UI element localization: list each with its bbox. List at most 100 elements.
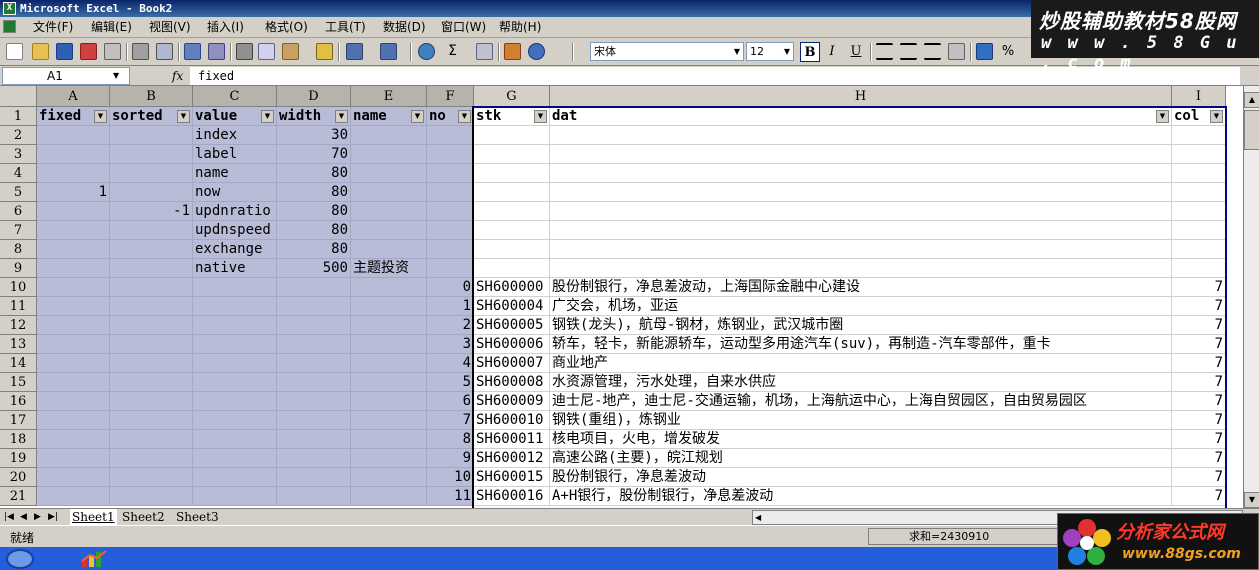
data-cell[interactable]: 核电项目，火电，增发破发 xyxy=(550,430,1172,449)
data-cell[interactable] xyxy=(193,316,277,335)
column-header-g[interactable]: G xyxy=(474,86,550,107)
data-cell[interactable]: 80 xyxy=(277,183,351,202)
header-cell-d[interactable]: width ▼ xyxy=(277,107,351,126)
scroll-up-icon[interactable]: ▲ xyxy=(1244,92,1259,108)
data-cell[interactable] xyxy=(37,373,110,392)
underline-button[interactable]: U xyxy=(846,42,866,62)
data-cell[interactable] xyxy=(193,297,277,316)
data-cell[interactable] xyxy=(351,335,427,354)
data-cell[interactable] xyxy=(37,126,110,145)
data-cell[interactable] xyxy=(110,126,193,145)
data-cell[interactable]: 10 xyxy=(427,468,474,487)
data-cell[interactable] xyxy=(351,316,427,335)
data-cell[interactable] xyxy=(474,145,550,164)
column-header-h[interactable]: H xyxy=(550,86,1172,107)
data-cell[interactable] xyxy=(37,278,110,297)
tab-sheet3[interactable]: Sheet3 xyxy=(176,509,219,525)
data-cell[interactable] xyxy=(427,240,474,259)
data-cell[interactable] xyxy=(110,354,193,373)
permission-icon[interactable] xyxy=(80,43,97,60)
data-cell[interactable] xyxy=(474,259,550,278)
data-cell[interactable]: 7 xyxy=(1172,430,1226,449)
autofilter-dropdown-icon[interactable]: ▼ xyxy=(411,110,424,123)
data-cell[interactable] xyxy=(110,449,193,468)
data-cell[interactable] xyxy=(351,411,427,430)
data-cell[interactable]: 80 xyxy=(277,221,351,240)
autofilter-dropdown-icon[interactable]: ▼ xyxy=(177,110,190,123)
data-cell[interactable] xyxy=(110,373,193,392)
data-cell[interactable] xyxy=(1172,259,1226,278)
last-sheet-icon[interactable]: ▶| xyxy=(48,511,58,523)
data-cell[interactable]: SH600016 xyxy=(474,487,550,506)
data-cell[interactable]: 7 xyxy=(427,411,474,430)
data-cell[interactable]: 8 xyxy=(427,430,474,449)
data-cell[interactable] xyxy=(193,430,277,449)
autosum-icon[interactable]: Σ xyxy=(444,43,461,60)
data-cell[interactable]: 7 xyxy=(1172,411,1226,430)
data-cell[interactable] xyxy=(427,126,474,145)
autofilter-dropdown-icon[interactable]: ▼ xyxy=(1156,110,1169,123)
data-cell[interactable] xyxy=(277,354,351,373)
data-cell[interactable]: 7 xyxy=(1172,354,1226,373)
scroll-thumb[interactable] xyxy=(1244,110,1259,150)
save-icon[interactable] xyxy=(56,43,73,60)
data-cell[interactable] xyxy=(110,145,193,164)
data-cell[interactable] xyxy=(351,202,427,221)
data-cell[interactable] xyxy=(193,468,277,487)
data-cell[interactable] xyxy=(37,449,110,468)
header-cell-a[interactable]: fixed ▼ xyxy=(37,107,110,126)
autofilter-dropdown-icon[interactable]: ▼ xyxy=(1210,110,1223,123)
data-cell[interactable]: 钢铁(龙头)，航母-钢材，炼钢业，武汉城市圈 xyxy=(550,316,1172,335)
data-cell[interactable]: -1 xyxy=(110,202,193,221)
data-cell[interactable]: 广交会，机场，亚运 xyxy=(550,297,1172,316)
data-cell[interactable] xyxy=(474,202,550,221)
data-cell[interactable]: 5 xyxy=(427,373,474,392)
data-cell[interactable] xyxy=(37,240,110,259)
data-cell[interactable] xyxy=(550,164,1172,183)
data-cell[interactable]: 7 xyxy=(1172,335,1226,354)
next-sheet-icon[interactable]: ▶ xyxy=(34,511,41,523)
print-preview-icon[interactable] xyxy=(156,43,173,60)
data-cell[interactable]: 2 xyxy=(427,316,474,335)
header-cell-i[interactable]: col ▼ xyxy=(1172,107,1226,126)
research-icon[interactable] xyxy=(208,43,225,60)
chart-app-icon[interactable] xyxy=(80,549,110,569)
workbook-icon[interactable] xyxy=(3,20,16,33)
data-cell[interactable] xyxy=(37,430,110,449)
percent-button[interactable]: % xyxy=(998,42,1018,62)
data-cell[interactable] xyxy=(193,411,277,430)
data-cell[interactable] xyxy=(37,221,110,240)
data-cell[interactable] xyxy=(37,259,110,278)
data-cell[interactable] xyxy=(110,221,193,240)
data-cell[interactable]: 6 xyxy=(427,392,474,411)
data-cell[interactable] xyxy=(351,487,427,506)
data-cell[interactable]: name xyxy=(193,164,277,183)
data-cell[interactable] xyxy=(550,202,1172,221)
data-cell[interactable] xyxy=(110,278,193,297)
data-cell[interactable] xyxy=(193,335,277,354)
data-cell[interactable] xyxy=(550,259,1172,278)
data-cell[interactable]: SH600015 xyxy=(474,468,550,487)
menu-window[interactable]: 窗口(W) xyxy=(438,19,489,36)
menu-format[interactable]: 格式(O) xyxy=(262,19,311,36)
row-header-1[interactable]: 1 xyxy=(0,107,37,126)
data-cell[interactable] xyxy=(550,145,1172,164)
data-cell[interactable]: updnratio xyxy=(193,202,277,221)
data-cell[interactable] xyxy=(351,449,427,468)
data-cell[interactable]: 7 xyxy=(1172,297,1226,316)
bold-button[interactable]: B xyxy=(800,42,820,62)
font-size-select[interactable]: 12 ▼ xyxy=(746,42,794,61)
data-cell[interactable] xyxy=(1172,202,1226,221)
row-header-2[interactable]: 2 xyxy=(0,126,37,145)
data-cell[interactable] xyxy=(37,392,110,411)
data-cell[interactable] xyxy=(110,430,193,449)
row-header-21[interactable]: 21 xyxy=(0,487,37,506)
data-cell[interactable] xyxy=(427,202,474,221)
undo-icon[interactable] xyxy=(346,43,363,60)
data-cell[interactable] xyxy=(37,316,110,335)
data-cell[interactable] xyxy=(550,221,1172,240)
data-cell[interactable] xyxy=(351,468,427,487)
data-cell[interactable]: SH600007 xyxy=(474,354,550,373)
align-right-icon[interactable] xyxy=(924,43,941,60)
autofilter-dropdown-icon[interactable]: ▼ xyxy=(335,110,348,123)
